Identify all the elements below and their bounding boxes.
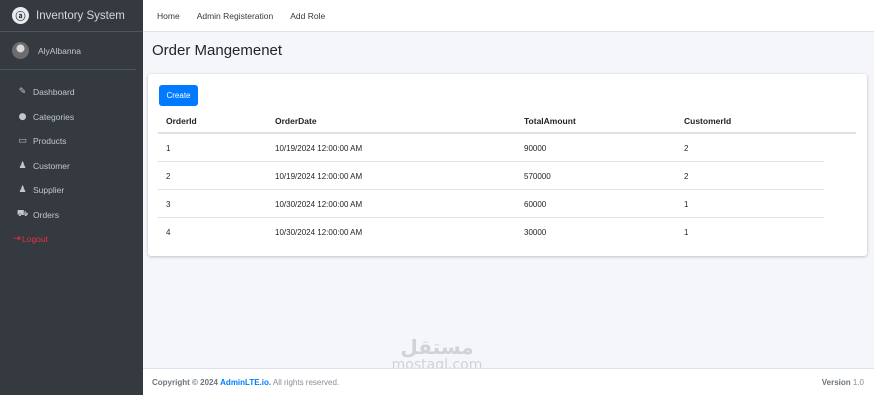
cell-customerid: 2 xyxy=(684,172,689,181)
sidebar-item-dashboard[interactable]: ✎ Dashboard xyxy=(0,80,143,105)
sidebar-item-label: Categories xyxy=(33,111,75,122)
orders-table: OrderId OrderDate TotalAmount CustomerId… xyxy=(158,108,856,246)
watermark: مستقل mostaql.com xyxy=(382,336,492,372)
monitor-icon: ▭ xyxy=(18,136,27,147)
sidebar-item-label: Orders xyxy=(33,209,59,220)
copyright: Copyright © 2024 AdminLTE.io. All rights… xyxy=(152,378,339,387)
footer: Copyright © 2024 AdminLTE.io. All rights… xyxy=(143,368,874,395)
cell-orderid: 1 xyxy=(166,144,171,153)
cell-customerid: 1 xyxy=(684,200,689,209)
create-button[interactable]: Create xyxy=(159,85,198,106)
brand-logo-icon: ⓐ xyxy=(12,7,29,24)
column-header-orderdate: OrderDate xyxy=(275,116,317,126)
version-label: Version xyxy=(821,377,851,387)
sidebar-item-label: Dashboard xyxy=(33,87,75,98)
sidebar: ⓐ Inventory System AlyAlbanna ✎ Dashboar… xyxy=(0,0,143,395)
brand-name: Inventory System xyxy=(36,9,125,22)
cell-totalamount: 30000 xyxy=(524,228,547,237)
table-row: 2 10/19/2024 12:00:00 AM 570000 2 xyxy=(158,162,856,190)
sidebar-item-label: Products xyxy=(33,136,67,147)
copyright-prefix: Copyright © 2024 xyxy=(152,377,218,387)
page-title: Order Mangemenet xyxy=(152,42,283,59)
cell-orderdate: 10/30/2024 12:00:00 AM xyxy=(275,200,363,209)
nav-admin-registration-link[interactable]: Admin Registeration xyxy=(197,11,274,21)
user-name: AlyAlbanna xyxy=(38,45,82,56)
cell-orderdate: 10/30/2024 12:00:00 AM xyxy=(275,228,363,237)
cell-orderdate: 10/19/2024 12:00:00 AM xyxy=(275,172,363,181)
sidebar-item-products[interactable]: ▭ Products xyxy=(0,129,143,154)
avatar xyxy=(12,42,29,59)
nav-home-link[interactable]: Home xyxy=(157,11,180,21)
version-info: Version 1.0 xyxy=(822,378,864,387)
orders-card: Create OrderId OrderDate TotalAmount Cus… xyxy=(148,74,867,256)
cell-orderdate: 10/19/2024 12:00:00 AM xyxy=(275,144,363,153)
table-row: 4 10/30/2024 12:00:00 AM 30000 1 xyxy=(158,218,856,246)
brand-link[interactable]: ⓐ Inventory System xyxy=(0,0,143,32)
logout-link[interactable]: ⇥ Logout xyxy=(0,227,143,252)
users-icon: ♟ xyxy=(18,160,27,171)
sidebar-item-customer[interactable]: ♟ Customer xyxy=(0,154,143,179)
top-navbar: Home Admin Registeration Add Role xyxy=(143,0,874,32)
cell-orderid: 3 xyxy=(166,200,171,209)
cell-orderid: 4 xyxy=(166,228,171,237)
palette-icon: ● xyxy=(18,111,27,122)
content-header: Order Mangemenet xyxy=(152,42,282,59)
cell-totalamount: 570000 xyxy=(524,172,551,181)
watermark-arabic: مستقل xyxy=(400,335,474,359)
logout-icon: ⇥ xyxy=(13,234,21,245)
table-row: 3 10/30/2024 12:00:00 AM 60000 1 xyxy=(158,190,856,218)
sidebar-item-categories[interactable]: ● Categories xyxy=(0,105,143,130)
user-panel[interactable]: AlyAlbanna xyxy=(0,32,136,70)
adminlte-link[interactable]: AdminLTE.io. xyxy=(220,378,271,387)
logout-label: Logout xyxy=(22,234,48,245)
sidebar-item-orders[interactable]: ⛟ Orders xyxy=(0,203,143,228)
table-header-row: OrderId OrderDate TotalAmount CustomerId xyxy=(158,108,856,134)
sidebar-nav: ✎ Dashboard ● Categories ▭ Products ♟ Cu… xyxy=(0,70,143,252)
column-header-totalamount: TotalAmount xyxy=(524,116,576,126)
cell-customerid: 2 xyxy=(684,144,689,153)
rights-text: All rights reserved. xyxy=(272,377,340,387)
table-row: 1 10/19/2024 12:00:00 AM 90000 2 xyxy=(158,134,856,162)
sidebar-item-label: Supplier xyxy=(33,185,65,196)
sidebar-item-label: Customer xyxy=(33,160,70,171)
cell-customerid: 1 xyxy=(684,228,689,237)
cell-totalamount: 60000 xyxy=(524,200,547,209)
cell-totalamount: 90000 xyxy=(524,144,547,153)
nav-add-role-link[interactable]: Add Role xyxy=(290,11,325,21)
truck-icon: ⛟ xyxy=(16,209,29,220)
cell-orderid: 2 xyxy=(166,172,171,181)
column-header-customerid: CustomerId xyxy=(684,116,732,126)
column-header-orderid: OrderId xyxy=(166,116,197,126)
version-value: 1.0 xyxy=(852,377,864,387)
users-icon: ♟ xyxy=(18,185,27,196)
wrench-icon: ✎ xyxy=(18,87,27,98)
sidebar-item-supplier[interactable]: ♟ Supplier xyxy=(0,178,143,203)
